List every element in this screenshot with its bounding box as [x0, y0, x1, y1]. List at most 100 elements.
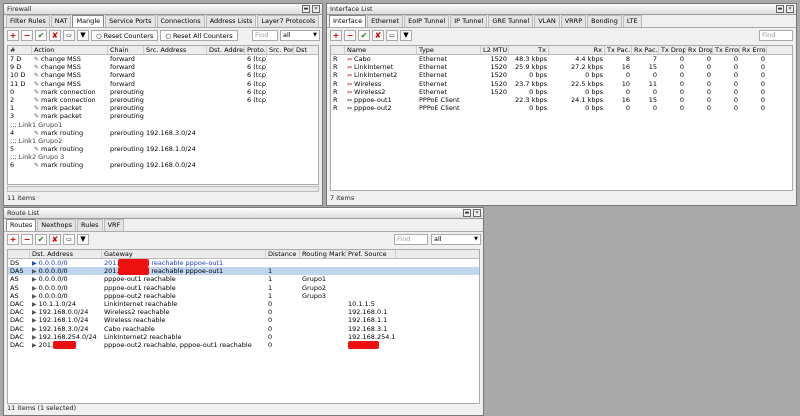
table-row[interactable]: 5 ✎ mark routing prerouting 192.168.1.0/24 — [8, 145, 318, 153]
minimize-button[interactable]: ▬ — [463, 209, 471, 217]
table-row[interactable]: 10 D ✎ change MSS forward 6 (tcp) — [8, 71, 318, 79]
table-row[interactable]: R ⇔ pppoe-out1 PPPoE Client 22.3 kbps 24.1 kb… — [331, 96, 792, 104]
column-header[interactable]: Tx Drops — [659, 46, 686, 54]
table-row[interactable]: R ⇔ LinkInternet Ethernet 1520 25.9 kbps 27.2 … — [331, 63, 792, 71]
tab-nat[interactable]: NAT — [50, 15, 72, 27]
enable-button[interactable]: ✔ — [35, 234, 47, 245]
column-header[interactable]: Pref. Source — [346, 250, 396, 258]
disable-button[interactable]: ✘ — [372, 30, 384, 41]
comment-button[interactable]: ▭ — [63, 234, 75, 245]
find-input[interactable]: Find — [252, 30, 278, 41]
route-titlebar[interactable]: Route List ▬ ✕ — [4, 208, 483, 219]
table-row[interactable]: 7 D ✎ change MSS forward 6 (tcp) — [8, 55, 318, 63]
minimize-button[interactable]: ▬ — [776, 5, 784, 13]
add-button[interactable]: + — [7, 30, 19, 41]
add-button[interactable]: + — [7, 234, 19, 245]
filter-select[interactable]: all ▼ — [431, 234, 481, 245]
filter-icon[interactable]: ▼ — [400, 30, 412, 41]
column-header[interactable]: Dst. Address — [30, 250, 102, 258]
column-header[interactable] — [331, 46, 345, 54]
column-header[interactable] — [8, 250, 30, 258]
column-header[interactable]: Rx Pac... — [632, 46, 659, 54]
column-header[interactable]: Proto... — [245, 46, 267, 54]
disable-button[interactable]: ✘ — [49, 30, 61, 41]
comment-row[interactable]: ;;; Link1 Grupo2 — [8, 137, 318, 145]
column-header[interactable]: Type — [417, 46, 481, 54]
table-row[interactable]: 6 ✎ mark routing prerouting 192.168.0.0/24 — [8, 161, 318, 169]
add-button[interactable]: + — [330, 30, 342, 41]
filter-icon[interactable]: ▼ — [77, 30, 89, 41]
tab-interface[interactable]: Interface — [329, 15, 367, 27]
tab-filter-rules[interactable]: Filter Rules — [6, 15, 50, 27]
tab-vrf[interactable]: VRF — [103, 219, 125, 231]
comment-button[interactable]: ▭ — [386, 30, 398, 41]
column-header[interactable]: Src. Address — [144, 46, 207, 54]
reset-counters-button[interactable]: ○ Reset Counters — [91, 30, 159, 41]
table-row[interactable]: DS ▶ 0.0.0.0/0 201.xxxxxxxx reachable pppoe… — [8, 259, 479, 267]
table-row[interactable]: R ⇔ Wireless2 Ethernet 1520 0 bps 0 bps 0 0 0 0 0 0 — [331, 88, 792, 96]
remove-button[interactable]: − — [21, 234, 33, 245]
column-header[interactable]: Routing Mark — [300, 250, 346, 258]
column-header[interactable]: # — [8, 46, 32, 54]
column-header[interactable]: Action — [32, 46, 108, 54]
close-button[interactable]: ✕ — [786, 5, 794, 13]
filter-icon[interactable]: ▼ — [77, 234, 89, 245]
column-header[interactable]: Src. Port — [267, 46, 294, 54]
tab-ethernet[interactable]: Ethernet — [367, 15, 404, 27]
column-header[interactable]: Chain — [108, 46, 144, 54]
column-header[interactable]: Name — [345, 46, 417, 54]
table-row[interactable]: 2 ✎ mark connection prerouting 6 (tcp) — [8, 96, 318, 104]
column-header[interactable]: Dst — [294, 46, 318, 54]
disable-button[interactable]: ✘ — [49, 234, 61, 245]
tab-nexthops[interactable]: Nexthops — [37, 219, 77, 231]
column-header[interactable]: Rx Errors — [740, 46, 767, 54]
tab-connections[interactable]: Connections — [156, 15, 205, 27]
minimize-button[interactable]: ▬ — [302, 5, 310, 13]
tab-eoip-tunnel[interactable]: EoIP Tunnel — [404, 15, 450, 27]
enable-button[interactable]: ✔ — [358, 30, 370, 41]
tab-service-ports[interactable]: Service Ports — [105, 15, 156, 27]
column-header[interactable]: Rx Drops — [686, 46, 713, 54]
tab-rules[interactable]: Rules — [77, 219, 103, 231]
filter-select[interactable]: all ▼ — [280, 30, 320, 41]
table-row[interactable]: AS ▶ 0.0.0.0/0 pppoe-out2 reachable 1 Grupo3 — [8, 292, 479, 300]
remove-button[interactable]: − — [344, 30, 356, 41]
table-row[interactable]: DAC ▶ 201.xxxxxx pppoe-out2 reachable, pppo… — [8, 340, 479, 349]
column-header[interactable]: Gateway — [102, 250, 266, 258]
table-row[interactable]: 4 ✎ mark routing prerouting 192.168.3.0/24 — [8, 129, 318, 137]
tab-bonding[interactable]: Bonding — [587, 15, 622, 27]
table-row[interactable]: 9 D ✎ change MSS forward 6 (tcp) — [8, 63, 318, 71]
enable-button[interactable]: ✔ — [35, 30, 47, 41]
column-header[interactable]: Dst. Address — [207, 46, 245, 54]
table-row[interactable]: DAC ▶ 192.168.3.0/24 Cabo reachable 0 192.168… — [8, 325, 479, 333]
table-row[interactable]: R ⇔ pppoe-out2 PPPoE Client 0 bps 0 bps 0 0 0 0 0 0 — [331, 104, 792, 112]
table-row[interactable]: DAS ▶ 0.0.0.0/0 201.xxxxxxxx reachable pppo… — [8, 267, 479, 276]
column-header[interactable]: Tx Pac... — [605, 46, 632, 54]
column-header[interactable]: Tx — [509, 46, 549, 54]
table-row[interactable]: R ⇔ Wireless Ethernet 1520 23.7 kbps 22.5 kbps… — [331, 80, 792, 88]
remove-button[interactable]: − — [21, 30, 33, 41]
comment-row[interactable]: ;;; Link1 Grupo1 — [8, 121, 318, 129]
tab-address-lists[interactable]: Address Lists — [205, 15, 257, 27]
tab-routes[interactable]: Routes — [6, 219, 37, 231]
tab-vrrp[interactable]: VRRP — [560, 15, 587, 27]
table-row[interactable]: R ⇔ LinkInternet2 Ethernet 1520 0 bps 0 bps 0 0 0… — [331, 71, 792, 79]
find-input[interactable]: Find — [394, 234, 428, 245]
close-button[interactable]: ✕ — [473, 209, 481, 217]
table-row[interactable]: 0 ✎ mark connection prerouting 6 (tcp) — [8, 88, 318, 96]
column-header[interactable]: Tx Errors — [713, 46, 740, 54]
table-row[interactable]: DAC ▶ 192.168.1.0/24 Wireless reachable 0 192… — [8, 316, 479, 324]
table-row[interactable]: 1 ✎ mark packet prerouting — [8, 104, 318, 112]
tab-vlan[interactable]: VLAN — [534, 15, 560, 27]
find-input[interactable]: Find — [759, 30, 793, 41]
table-row[interactable]: DAC ▶ 10.1.1.0/24 LinkInternet reachable 0 10… — [8, 300, 479, 308]
comment-button[interactable]: ▭ — [63, 30, 75, 41]
reset-all-counters-button[interactable]: ○ Reset All Counters — [160, 30, 238, 41]
tab-ip-tunnel[interactable]: IP Tunnel — [450, 15, 488, 27]
column-header[interactable]: L2 MTU — [481, 46, 509, 54]
tab-gre-tunnel[interactable]: GRE Tunnel — [488, 15, 534, 27]
table-row[interactable]: AS ▶ 0.0.0.0/0 pppoe-out1 reachable 1 Grupo1 — [8, 275, 479, 283]
interface-titlebar[interactable]: Interface List ▬ ✕ — [327, 4, 796, 15]
table-row[interactable]: DAC ▶ 192.168.254.0/24 LinkInternet2 reacha… — [8, 333, 479, 341]
table-row[interactable]: 3 ✎ mark packet prerouting — [8, 112, 318, 120]
